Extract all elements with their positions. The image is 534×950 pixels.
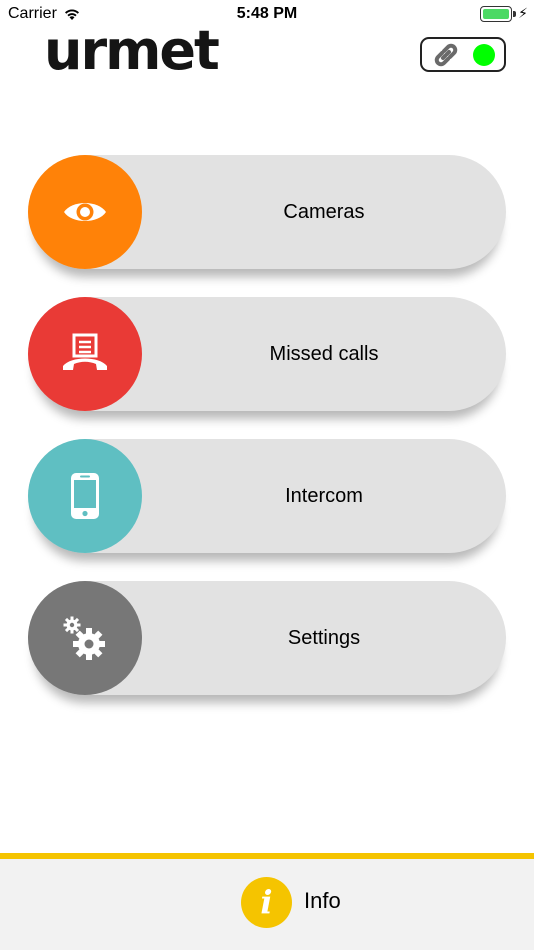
info-label[interactable]: Info — [304, 888, 341, 914]
smartphone-icon — [71, 473, 99, 519]
gears-icon — [63, 616, 105, 660]
menu-item-intercom[interactable]: Intercom — [28, 439, 506, 553]
menu-label-settings: Settings — [287, 627, 361, 649]
menu-label-missed-calls: Missed calls — [269, 343, 379, 365]
connection-status-button[interactable] — [420, 37, 506, 72]
menu-item-settings[interactable]: Settings — [28, 581, 506, 695]
menu-label-cameras: Cameras — [283, 201, 365, 223]
settings-icon-circle — [28, 581, 142, 695]
cameras-icon-circle — [28, 155, 142, 269]
missed-calls-icon-circle — [28, 297, 142, 411]
urmet-logo: urmet — [44, 19, 220, 82]
footer-bar: i Info — [0, 853, 534, 950]
info-icon[interactable]: i — [241, 877, 292, 928]
missed-call-icon — [63, 333, 107, 370]
menu-label-intercom: Intercom — [285, 485, 363, 507]
link-icon — [434, 43, 458, 67]
battery-icon — [480, 6, 512, 22]
menu-item-cameras[interactable]: Cameras — [28, 155, 506, 269]
battery-tip — [513, 11, 516, 17]
connection-status-dot — [473, 44, 495, 66]
charging-bolt-icon: ⚡ — [518, 5, 528, 21]
intercom-icon-circle — [28, 439, 142, 553]
menu-item-missed-calls[interactable]: Missed calls — [28, 297, 506, 411]
eye-icon — [64, 203, 106, 221]
